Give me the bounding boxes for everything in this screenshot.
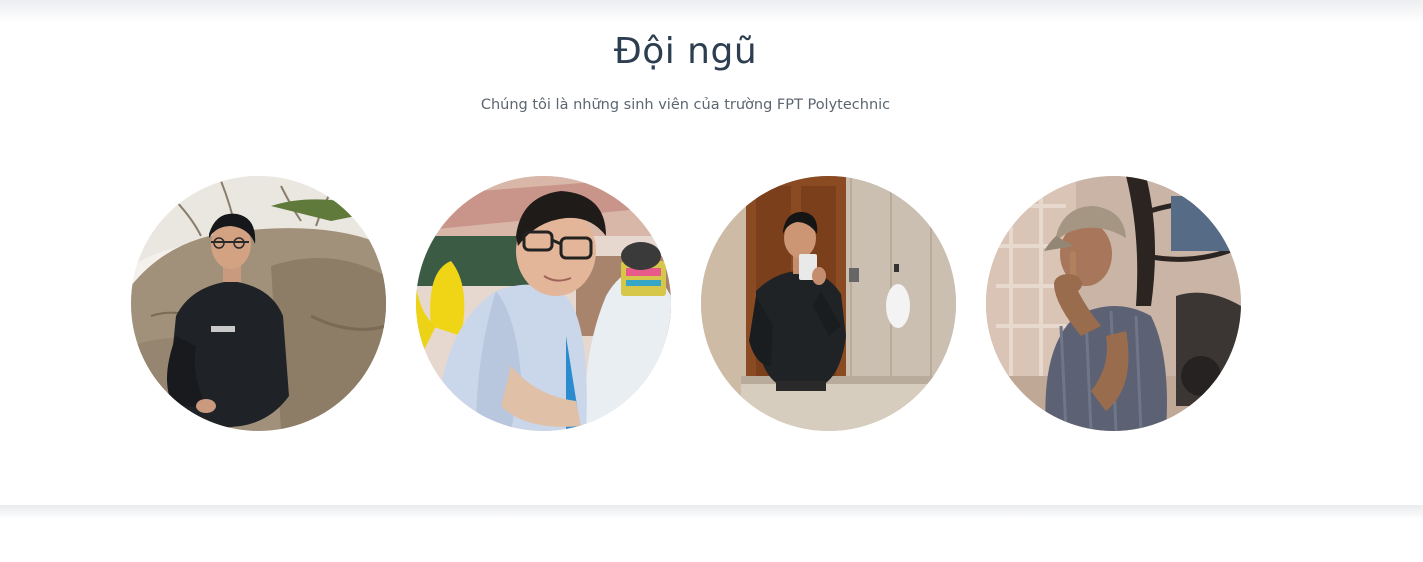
section-subtitle: Chúng tôi là những sinh viên của trường … xyxy=(480,97,891,113)
team-member-avatar-2 xyxy=(416,176,671,431)
team-member-avatar-4 xyxy=(986,176,1241,431)
member-photo-1 xyxy=(131,176,386,431)
team-member-avatar-1 xyxy=(131,176,386,431)
section-title: Đội ngũ xyxy=(613,31,758,72)
member-photo-4 xyxy=(986,176,1241,431)
member-photo-3 xyxy=(701,176,956,431)
team-member-avatar-3 xyxy=(701,176,956,431)
member-photo-2 xyxy=(416,176,671,431)
section-divider xyxy=(0,505,1423,519)
team-section: Đội ngũ Chúng tôi là những sinh viên của… xyxy=(0,0,1423,505)
